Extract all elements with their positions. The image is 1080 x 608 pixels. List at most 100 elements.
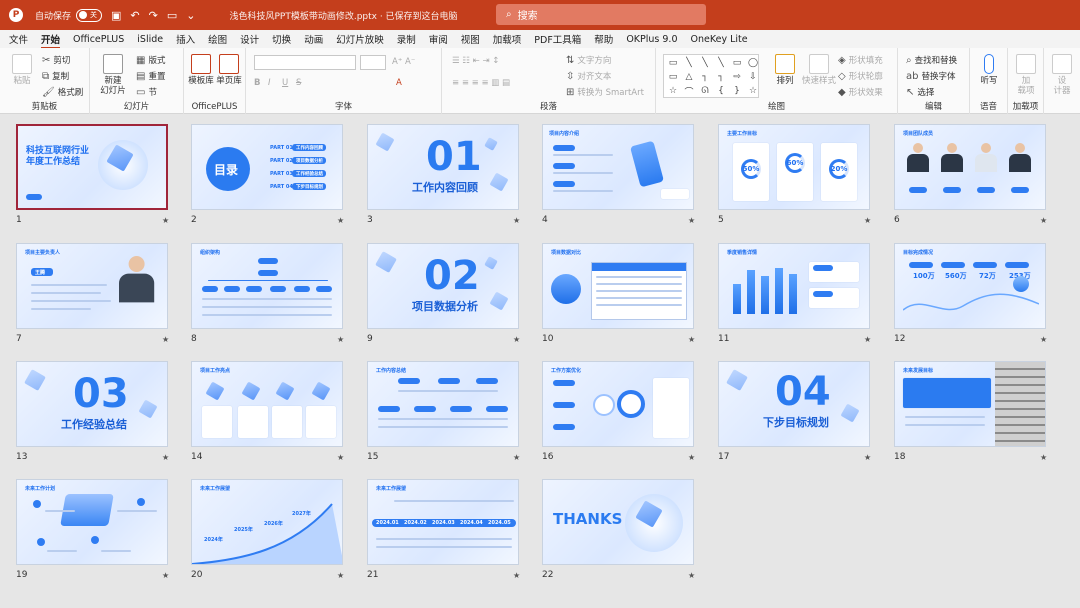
font-name-input[interactable]: [254, 55, 356, 70]
autosave-label: 自动保存: [35, 11, 72, 22]
autosave-toggle[interactable]: 关: [76, 8, 103, 22]
paragraph-group: ☰ ☷ ⇤ ⇥ ↕ ≡ ≡ ≡ ≡ ▥ ▤ ⇅ 文字方向 ⇳ 对齐文本 ⊞ 转换为 S…: [442, 48, 656, 114]
list-icons[interactable]: ☰ ☷ ⇤ ⇥ ↕: [452, 56, 499, 66]
tab-onekey[interactable]: OneKey Lite: [691, 34, 748, 45]
strikethrough-button[interactable]: S: [296, 78, 301, 88]
slide-thumbnail-5[interactable]: 主要工作目标 50% 60% 20%: [718, 124, 870, 210]
single-page-library-button[interactable]: 单页库: [216, 54, 242, 86]
slide-thumbnail-20[interactable]: 未来工作展望 2024年 2025年 2026年 2027年: [191, 479, 343, 565]
slide-thumbnail-3[interactable]: 01 工作内容回顾: [367, 124, 519, 210]
section-button[interactable]: ▭ 节: [136, 86, 157, 99]
powerpoint-logo-icon: P: [9, 8, 23, 22]
reset-button[interactable]: ▤ 重置: [136, 70, 165, 83]
font-size-buttons[interactable]: A⁺ A⁻: [392, 57, 415, 67]
animation-star-icon: ★: [337, 216, 345, 225]
shape-fill-button[interactable]: ◈ 形状填充: [838, 54, 883, 67]
tab-file[interactable]: 文件: [9, 32, 28, 46]
slide-thumbnail-6[interactable]: 项目团队成员: [894, 124, 1046, 210]
save-icon[interactable]: ▣: [111, 9, 121, 22]
tab-slideshow[interactable]: 幻灯片放映: [336, 32, 384, 46]
animation-star-icon: ★: [1040, 335, 1048, 344]
tab-record[interactable]: 录制: [397, 32, 416, 46]
font-color-icon[interactable]: A: [396, 78, 402, 88]
layout-button[interactable]: ▦ 版式: [136, 54, 165, 67]
slide-thumbnail-21[interactable]: 未来工作展望 2024.01 2024.02 2024.03 2024.04 2…: [367, 479, 519, 565]
slide-thumbnail-16[interactable]: 工作方案优化: [542, 361, 694, 447]
data-illustration: [551, 274, 581, 304]
slide-thumbnail-12[interactable]: 目标完成情况 100万 560万 72万 253万: [894, 243, 1046, 329]
animation-star-icon: ★: [864, 453, 872, 462]
slide-thumbnail-10[interactable]: 项目数据对比: [542, 243, 694, 329]
find-replace-button[interactable]: ⌕ 查找和替换: [906, 54, 957, 67]
phone-illustration: [629, 140, 665, 188]
customize-dropdown-icon[interactable]: ⌄: [186, 9, 195, 22]
tab-insert[interactable]: 插入: [176, 32, 195, 46]
cut-button[interactable]: ✂ 剪切: [42, 54, 70, 67]
animation-star-icon: ★: [337, 453, 345, 462]
tab-addins[interactable]: 加载项: [493, 32, 522, 46]
slide-thumbnail-8[interactable]: 组织架构: [191, 243, 343, 329]
slide-thumbnail-18[interactable]: 未来发展目标: [894, 361, 1046, 447]
tab-home[interactable]: 开始: [41, 32, 61, 49]
animation-star-icon: ★: [162, 335, 170, 344]
tab-okplus[interactable]: OKPlus 9.0: [626, 34, 677, 45]
slide-thumbnail-22[interactable]: THANKS: [542, 479, 694, 565]
dictate-button[interactable]: 听写: [976, 54, 1002, 86]
slide-thumbnail-19[interactable]: 未来工作计划: [16, 479, 168, 565]
voice-group: 听写 语音: [970, 48, 1008, 114]
tab-transitions[interactable]: 切换: [272, 32, 291, 46]
slide-thumbnail-17[interactable]: 04 下步目标规划: [718, 361, 870, 447]
drawing-group: ▭ ╲ ╲ ╲ ▭ ◯ ▭ △ ┐ ┐ ⇨ ⇩ ☆ ⌒ ᘏ{} ☆ 排列 快速样式 ◈ 形状填充 ◇ 形状轮廓…: [656, 48, 898, 114]
tab-pdf-toolbox[interactable]: PDF工具箱: [534, 32, 581, 46]
tab-animations[interactable]: 动画: [304, 32, 323, 46]
quick-styles-button[interactable]: 快速样式: [802, 54, 836, 86]
align-icons[interactable]: ≡ ≡ ≡ ≡ ▥ ▤: [452, 78, 510, 88]
file-name[interactable]: 浅色科技风PPT模板带动画修改.pptx · 已保存到这台电脑: [229, 9, 457, 22]
tab-officeplus[interactable]: OfficePLUS: [73, 34, 124, 45]
slide-thumbnail-4[interactable]: 项目内容介绍: [542, 124, 694, 210]
paste-button[interactable]: 粘贴: [10, 54, 34, 86]
addins-button[interactable]: 加 载项: [1012, 54, 1040, 96]
designer-button[interactable]: 设 计器: [1048, 54, 1076, 96]
font-size-input[interactable]: [360, 55, 386, 70]
arrange-button[interactable]: 排列: [772, 54, 798, 86]
slide-thumbnail-2[interactable]: 目录 PART 01 PART 02 PART 03 PART 04 工作内容回…: [191, 124, 343, 210]
animation-star-icon: ★: [162, 216, 170, 225]
tab-help[interactable]: 帮助: [594, 32, 613, 46]
template-library-button[interactable]: 模板库: [188, 54, 214, 86]
select-button[interactable]: ↖ 选择: [906, 86, 934, 99]
presentation-icon[interactable]: ▭: [167, 9, 177, 22]
scissors-icon: ✂: [42, 54, 51, 66]
tab-review[interactable]: 审阅: [429, 32, 448, 46]
search-box[interactable]: ⌕ 搜索: [496, 4, 706, 25]
slide-thumbnail-11[interactable]: 季度销售详情: [718, 243, 870, 329]
underline-button[interactable]: U: [282, 78, 288, 88]
italic-button[interactable]: I: [268, 78, 271, 88]
tab-islide[interactable]: iSlide: [137, 34, 163, 45]
slide-thumbnail-13[interactable]: 03 工作经验总结: [16, 361, 168, 447]
shape-outline-button[interactable]: ◇ 形状轮廓: [838, 70, 883, 83]
replace-font-button[interactable]: ab 替换字体: [906, 70, 956, 83]
slide-thumbnail-15[interactable]: 工作内容总结: [367, 361, 519, 447]
new-slide-button[interactable]: 新建 幻灯片: [98, 54, 128, 96]
slide-thumbnail-7[interactable]: 项目主要负责人 王腾: [16, 243, 168, 329]
reset-icon: ▤: [136, 70, 146, 82]
slide-thumbnail-14[interactable]: 项目工作亮点: [191, 361, 343, 447]
redo-icon[interactable]: ↷: [149, 9, 158, 22]
text-direction-button[interactable]: ⇅ 文字方向: [566, 54, 611, 67]
align-text-button[interactable]: ⇳ 对齐文本: [566, 70, 611, 83]
format-painter-button[interactable]: 🖌 格式刷: [42, 86, 83, 99]
tab-draw[interactable]: 绘图: [208, 32, 227, 46]
tab-design[interactable]: 设计: [240, 32, 259, 46]
layout-icon: ▦: [136, 54, 146, 66]
slide-thumbnail-1[interactable]: 科技互联网行业 年度工作总结: [16, 124, 168, 210]
shapes-gallery[interactable]: ▭ ╲ ╲ ╲ ▭ ◯ ▭ △ ┐ ┐ ⇨ ⇩ ☆ ⌒ ᘏ{} ☆: [663, 54, 759, 98]
shape-effects-button[interactable]: ◆ 形状效果: [838, 86, 883, 99]
copy-button[interactable]: ⧉ 复制: [42, 70, 69, 83]
tab-view[interactable]: 视图: [461, 32, 480, 46]
animation-star-icon: ★: [1040, 216, 1048, 225]
slide-thumbnail-9[interactable]: 02 项目数据分析: [367, 243, 519, 329]
convert-smartart-button[interactable]: ⊞ 转换为 SmartArt: [566, 86, 644, 99]
bold-button[interactable]: B: [254, 78, 260, 88]
undo-icon[interactable]: ↶: [130, 9, 139, 22]
